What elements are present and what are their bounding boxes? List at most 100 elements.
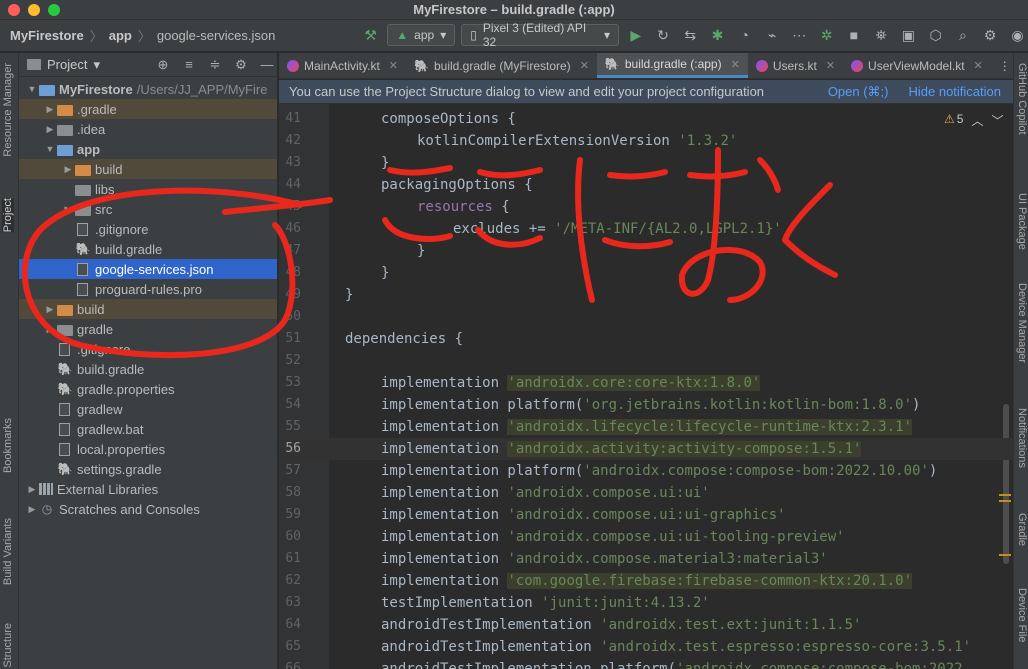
code-line[interactable]: 58 implementation 'androidx.compose.ui:ui… [279, 482, 1013, 504]
rerun-icon[interactable]: ↻ [652, 24, 673, 46]
device-file-explorer-tab[interactable]: Device File [1016, 588, 1028, 642]
gear-icon[interactable]: ⚙ [980, 24, 1001, 46]
tree-item[interactable]: ▼ MyFirestore/Users/JJ_APP/MyFire [19, 79, 277, 99]
chevron-right-icon[interactable]: ▶ [43, 104, 57, 115]
chevron-down-icon[interactable]: ▼ [43, 144, 57, 154]
hide-notification-link[interactable]: Hide notification [909, 84, 1002, 99]
chevron-right-icon[interactable]: ▶ [25, 504, 39, 515]
tree-item[interactable]: 🐘 settings.gradle [19, 459, 277, 479]
chevron-right-icon[interactable]: ▶ [61, 204, 75, 215]
apply-changes-icon[interactable]: ⇆ [680, 24, 701, 46]
tree-item[interactable]: ▶ gradle [19, 319, 277, 339]
tree-item[interactable]: 🐘 gradle.properties [19, 379, 277, 399]
code-line[interactable]: 62 implementation 'com.google.firebase:fi… [279, 570, 1013, 592]
code-editor[interactable]: ⚠ 5 ︿ ﹀ 41 composeOptions {42 kotlinCompil… [279, 104, 1013, 669]
tree-item[interactable]: 🐘 build.gradle [19, 239, 277, 259]
tree-item[interactable]: 🐘 build.gradle [19, 359, 277, 379]
editor-tab[interactable]: 🐘 build.gradle (:app) ✕ [596, 53, 748, 78]
hide-icon[interactable]: — [257, 57, 277, 72]
tree-item[interactable]: ▶ build [19, 159, 277, 179]
tree-item[interactable]: ▶ src [19, 199, 277, 219]
device-mirroring-icon[interactable]: ▣ [898, 24, 919, 46]
stop-icon[interactable]: ■ [843, 24, 864, 46]
code-line[interactable]: 57 implementation platform('androidx.comp… [279, 460, 1013, 482]
gear-icon[interactable]: ⚙ [231, 57, 251, 73]
code-line[interactable]: 55 implementation 'androidx.lifecycle:lif… [279, 416, 1013, 438]
code-line[interactable]: 63 testImplementation 'junit:junit:4.13.2… [279, 592, 1013, 614]
chevron-down-icon[interactable]: ▼ [25, 84, 39, 94]
code-line[interactable]: 52 [279, 350, 1013, 372]
project-view-label[interactable]: Project [47, 57, 87, 72]
tree-item[interactable]: google-services.json [19, 259, 277, 279]
gradle-tab[interactable]: Gradle [1016, 513, 1028, 546]
assistant-icon[interactable]: ◉ [1007, 24, 1028, 46]
breadcrumb-project[interactable]: MyFirestore [10, 28, 84, 43]
code-line[interactable]: 49} [279, 284, 1013, 306]
tree-item[interactable]: ▶ build [19, 299, 277, 319]
tree-item[interactable]: ▼ app [19, 139, 277, 159]
notifications-tab[interactable]: Notifications [1016, 408, 1028, 468]
editor-tab[interactable]: UserViewModel.kt ✕ [843, 53, 991, 78]
tree-item[interactable]: gradlew [19, 399, 277, 419]
profile-icon[interactable]: ◔ [734, 24, 755, 46]
code-line[interactable]: 65 androidTestImplementation 'androidx.te… [279, 636, 1013, 658]
tree-item[interactable]: ▶ .gradle [19, 99, 277, 119]
editor-tab[interactable]: Users.kt ✕ [748, 53, 843, 78]
build-variants-tab[interactable]: Build Variants [2, 518, 14, 585]
tree-item[interactable]: gradlew.bat [19, 419, 277, 439]
locate-file-icon[interactable]: ⊕ [153, 57, 173, 73]
code-line[interactable]: 64 androidTestImplementation 'androidx.te… [279, 614, 1013, 636]
chevron-down-icon[interactable]: ▾ [93, 57, 100, 73]
tree-item[interactable]: .gitignore [19, 339, 277, 359]
device-manager-icon[interactable]: ⛯ [870, 24, 891, 46]
tree-item[interactable]: ▶ .idea [19, 119, 277, 139]
collapse-all-icon[interactable]: ≑ [205, 57, 225, 73]
editor-tab[interactable]: 🐘 build.gradle (MyFirestore) ✕ [406, 53, 597, 78]
device-select[interactable]: ▯ Pixel 3 (Edited) API 32 ▾ [461, 21, 620, 49]
ui-package-tab[interactable]: UI Package [1016, 193, 1028, 250]
close-tab-icon[interactable]: ✕ [580, 59, 589, 72]
close-tab-icon[interactable]: ✕ [731, 58, 740, 71]
code-line[interactable]: 45 resources { [279, 196, 1013, 218]
bookmarks-tab[interactable]: Bookmarks [2, 418, 14, 473]
breadcrumb-file[interactable]: google-services.json [157, 28, 276, 43]
tree-item[interactable]: .gitignore [19, 219, 277, 239]
breadcrumb-module[interactable]: app [109, 28, 132, 43]
code-line[interactable]: 50 [279, 306, 1013, 328]
code-line[interactable]: 46 excludes += '/META-INF/{AL2.0,LGPL2.1}… [279, 218, 1013, 240]
run-icon[interactable]: ▶ [625, 24, 646, 46]
chevron-right-icon[interactable]: ▶ [43, 324, 57, 335]
code-line[interactable]: 61 implementation 'androidx.compose.mater… [279, 548, 1013, 570]
hammer-icon[interactable]: ⚒ [360, 24, 381, 46]
more-tabs-icon[interactable]: ⋮ [991, 53, 1019, 78]
debug-icon[interactable]: ✱ [707, 24, 728, 46]
code-line[interactable]: 54 implementation platform('org.jetbrains… [279, 394, 1013, 416]
code-line[interactable]: 56 implementation 'androidx.activity:acti… [279, 438, 1013, 460]
run-config-select[interactable]: ▲ app ▾ [387, 24, 456, 46]
code-line[interactable]: 60 implementation 'androidx.compose.ui:ui… [279, 526, 1013, 548]
expand-all-icon[interactable]: ≡ [179, 57, 199, 72]
tree-item[interactable]: proguard-rules.pro [19, 279, 277, 299]
project-tool-tab[interactable]: Project [2, 198, 14, 233]
code-line[interactable]: 48} [279, 262, 1013, 284]
code-line[interactable]: 41 composeOptions { [279, 108, 1013, 130]
code-line[interactable]: 59 implementation 'androidx.compose.ui:ui… [279, 504, 1013, 526]
search-icon[interactable]: ⌕ [952, 24, 973, 46]
chevron-right-icon[interactable]: ▶ [43, 124, 57, 135]
code-line[interactable]: 44 packagingOptions { [279, 174, 1013, 196]
close-tab-icon[interactable]: ✕ [389, 59, 398, 72]
code-line[interactable]: 43} [279, 152, 1013, 174]
code-line[interactable]: 66 androidTestImplementation platform('an… [279, 658, 1013, 669]
close-tab-icon[interactable]: ✕ [974, 59, 983, 72]
code-line[interactable]: 47} [279, 240, 1013, 262]
editor-tab[interactable]: MainActivity.kt ✕ [279, 53, 406, 78]
attach-debugger-icon[interactable]: ⌁ [761, 24, 782, 46]
device-manager-tab[interactable]: Device Manager [1016, 283, 1028, 363]
structure-tab[interactable]: Structure [2, 623, 14, 668]
code-line[interactable]: 42 kotlinCompilerExtensionVersion '1.3.2' [279, 130, 1013, 152]
tree-item[interactable]: ▶ External Libraries [19, 479, 277, 499]
sdk-manager-icon[interactable]: ⬡ [925, 24, 946, 46]
code-line[interactable]: 51 dependencies { [279, 328, 1013, 350]
more-run-icon[interactable]: ⋯ [789, 24, 810, 46]
chevron-right-icon[interactable]: ▶ [61, 164, 75, 175]
